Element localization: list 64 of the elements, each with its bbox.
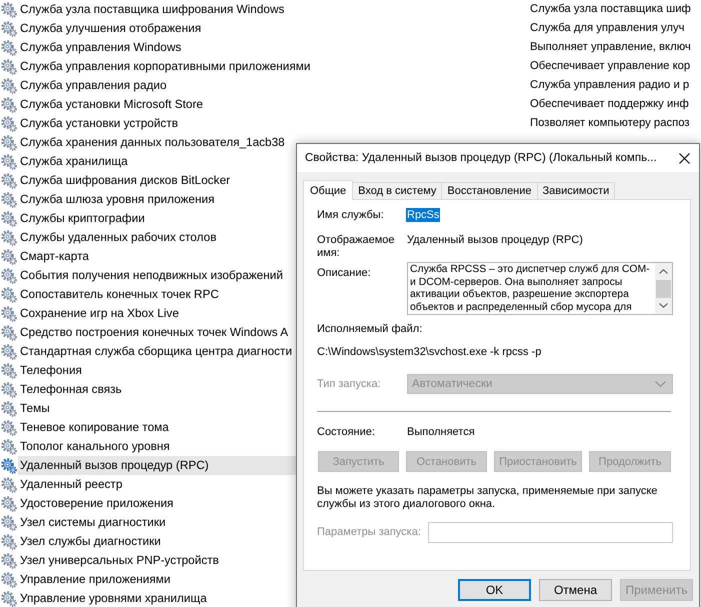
service-name[interactable]: Управление уровнями хранилища — [18, 589, 207, 607]
service-name[interactable]: Сохранение игр на Xbox Live — [18, 304, 179, 323]
dialog-button[interactable]: Отмена — [539, 579, 612, 601]
service-description: Обеспечивает управление кор — [530, 59, 690, 74]
service-id-text: RpcSs — [406, 208, 440, 222]
status-text: Выполняется — [407, 425, 475, 439]
chevron-down-icon[interactable] — [659, 303, 668, 308]
service-name[interactable]: Сопоставитель конечных точек RPC — [18, 285, 219, 304]
window-title: Свойства: Удаленный вызов процедур (RPC) (Локальный компь... — [305, 152, 658, 164]
scrollbar-thumb[interactable] — [656, 280, 671, 298]
service-name[interactable]: Служба шифрования дисков BitLocker — [18, 171, 230, 190]
chevron-up-icon[interactable] — [659, 269, 668, 274]
service-name[interactable]: Служба управления Windows — [18, 38, 182, 57]
dialog-button[interactable]: OK — [458, 579, 531, 601]
service-name[interactable]: Узел системы диагностики — [18, 513, 166, 532]
service-description: Служба для управления улуч — [530, 21, 685, 36]
service-name[interactable]: Узел универсальных PNP-устройств — [18, 551, 219, 570]
service-description: Позволяет компьютеру распоз — [530, 116, 690, 131]
display-name-text: Удаленный вызов процедур (RPC) — [407, 234, 583, 247]
scrollbar[interactable] — [655, 263, 672, 314]
service-name[interactable]: Удаленный вызов процедур (RPC) — [18, 456, 296, 475]
field-label: Параметры запуска: — [317, 526, 422, 539]
service-name[interactable]: Темы — [18, 399, 50, 418]
service-name[interactable]: Телефония — [18, 361, 82, 380]
executable-path-text: C:\Windows\system32\svchost.exe -k rpcss -p — [317, 345, 542, 359]
service-name[interactable]: События получения неподвижных изображений — [18, 266, 283, 285]
service-name[interactable]: Служба управления радио — [18, 76, 167, 95]
service-name[interactable]: Служба хранения данных пользователя_1acb38 — [18, 133, 285, 152]
service-name[interactable]: Служба установки Microsoft Store — [18, 95, 203, 114]
field-label: Отображаемое имя: — [317, 234, 396, 260]
service-name[interactable]: Телефонная связь — [18, 380, 122, 399]
service-name[interactable]: Удостоверение приложения — [18, 494, 174, 513]
service-name[interactable]: Служба шлюза уровня приложения — [18, 190, 214, 209]
service-name[interactable]: Удаленный реестр — [18, 475, 122, 494]
field-label: Исполняемый файл: — [317, 322, 424, 336]
service-name[interactable]: Служба установки устройств — [18, 114, 178, 133]
service-name[interactable]: Служба управления корпоративными приложениями — [18, 57, 310, 76]
service-name[interactable]: Стандартная служба сборщика центра диагности — [18, 342, 292, 361]
service-description: Служба узла поставщика шиф — [530, 2, 691, 17]
service-description: Обеспечивает поддержку инф — [530, 97, 689, 112]
service-description: Служба управления радио и р — [530, 78, 690, 93]
chevron-down-icon — [655, 381, 666, 387]
service-name[interactable]: Узел службы диагностики — [18, 532, 161, 551]
service-name[interactable]: Служба узла поставщика шифрования Windows — [18, 0, 284, 19]
service-name[interactable]: Смарт-карта — [18, 247, 89, 266]
description-field[interactable]: Служба RPCSS – это диспетчер служб для COM- и DCOM-серверов. Она выполняет запросы активации объектов, разрешение экспортера объектов и распределенный сбор мусора для — [407, 262, 673, 315]
service-name[interactable]: Тополог канального уровня — [18, 437, 170, 456]
service-name[interactable]: Службы удаленных рабочих столов — [18, 228, 216, 247]
hint-text: Вы можете указать параметры запуска, применяемые при запуске службы из этого диалогового окна. — [317, 485, 658, 511]
service-name[interactable]: Служба улучшения отображения — [18, 19, 202, 38]
tab[interactable]: Общие — [303, 180, 354, 200]
service-name[interactable]: Управление приложениями — [18, 570, 170, 589]
service-name[interactable]: Службы криптографии — [18, 209, 145, 228]
service-name[interactable]: Служба хранилища — [18, 152, 128, 171]
field-label: Имя службы: — [317, 208, 385, 222]
field-label: Описание: — [317, 267, 372, 280]
service-description: Выполняет управление, включ — [530, 40, 691, 55]
tab[interactable]: Зависимости — [536, 182, 616, 199]
close-icon — [678, 152, 690, 164]
service-name[interactable]: Теневое копирование тома — [18, 418, 169, 437]
field-label: Состояние: — [317, 425, 376, 439]
service-name[interactable]: Средство построения конечных точек Windows A — [18, 323, 288, 342]
tab[interactable]: Вход в систему — [352, 182, 442, 199]
field-label: Тип запуска: — [317, 378, 382, 390]
